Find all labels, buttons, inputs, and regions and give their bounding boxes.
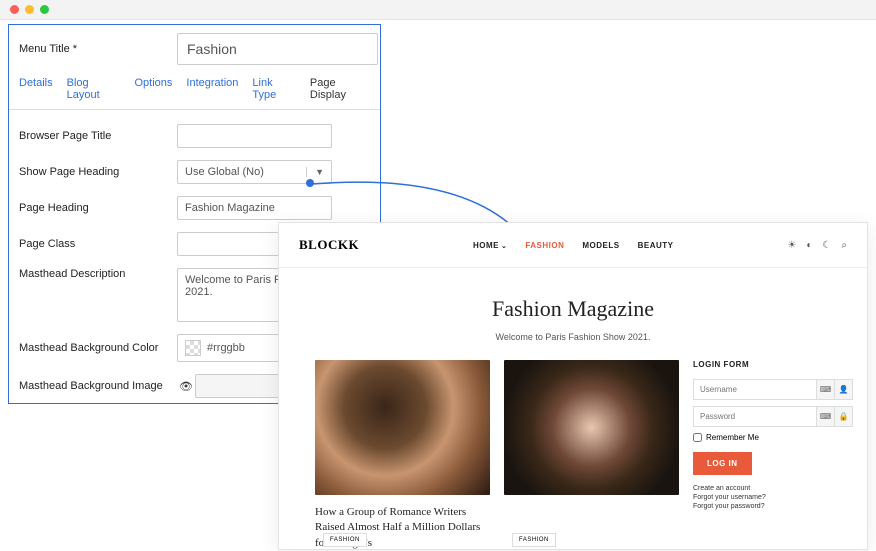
category-tag[interactable]: FASHION <box>512 533 556 547</box>
lock-icon: 🔒 <box>835 406 853 427</box>
browser-page-title-label: Browser Page Title <box>19 130 177 142</box>
window-titlebar <box>0 0 876 20</box>
site-preview: BLOCKK HOME⌄ FASHION MODELS BEAUTY ☀ ◐ ☾… <box>278 222 868 550</box>
page-heading-label: Page Heading <box>19 202 177 214</box>
nav-models[interactable]: MODELS <box>582 241 619 250</box>
tab-integration[interactable]: Integration <box>186 77 238 101</box>
category-tag[interactable]: FASHION <box>323 533 367 547</box>
page-title: Fashion Magazine <box>279 296 867 322</box>
create-account-link[interactable]: Create an account <box>693 485 853 492</box>
login-button[interactable]: LOG IN <box>693 452 752 475</box>
page-subtitle: Welcome to Paris Fashion Show 2021. <box>279 332 867 342</box>
menu-title-input[interactable] <box>177 33 378 65</box>
forgot-password-link[interactable]: Forgot your password? <box>693 503 853 510</box>
show-page-heading-label: Show Page Heading <box>19 166 177 178</box>
article-card[interactable]: FASHION <box>504 360 679 551</box>
moon-icon[interactable]: ☾ <box>822 240 831 251</box>
browser-page-title-input[interactable] <box>177 124 332 148</box>
color-swatch-icon <box>185 340 201 356</box>
masthead-bg-image-label: Masthead Background Image <box>19 380 177 392</box>
close-icon[interactable] <box>10 5 19 14</box>
menu-title-label: Menu Title * <box>19 43 177 55</box>
hero-section: Fashion Magazine Welcome to Paris Fashio… <box>279 268 867 360</box>
masthead-bg-color-label: Masthead Background Color <box>19 342 177 354</box>
username-input[interactable] <box>693 379 817 400</box>
login-sidebar: LOGIN FORM ⌨ 👤 ⌨ 🔒 Remember Me LOG IN Cr… <box>693 360 853 551</box>
keyboard-icon[interactable]: ⌨ <box>817 406 835 427</box>
remember-me-row: Remember Me <box>693 433 853 442</box>
article-image <box>315 360 490 495</box>
tab-details[interactable]: Details <box>19 77 53 101</box>
chevron-down-icon: ▼ <box>306 167 324 177</box>
header-icons: ☀ ◐ ☾ ⌕ <box>787 240 847 251</box>
sun-icon[interactable]: ☀ <box>787 240 796 251</box>
search-icon[interactable]: ⌕ <box>841 240 847 251</box>
chevron-down-icon: ⌄ <box>501 243 507 250</box>
maximize-icon[interactable] <box>40 5 49 14</box>
toggle-icon[interactable]: ◐ <box>806 240 812 251</box>
page-heading-input[interactable] <box>177 196 332 220</box>
preview-header: BLOCKK HOME⌄ FASHION MODELS BEAUTY ☀ ◐ ☾… <box>279 223 867 268</box>
user-icon: 👤 <box>835 379 853 400</box>
color-placeholder: #rrggbb <box>207 342 245 354</box>
article-card[interactable]: FASHION How a Group of Romance Writers R… <box>315 360 490 551</box>
eye-icon[interactable]: 👁 <box>177 380 195 393</box>
nav-home[interactable]: HOME⌄ <box>473 241 507 250</box>
brand-logo[interactable]: BLOCKK <box>299 237 359 253</box>
password-input[interactable] <box>693 406 817 427</box>
login-form-title: LOGIN FORM <box>693 360 853 369</box>
content-area: FASHION How a Group of Romance Writers R… <box>279 360 867 551</box>
settings-tabs: Details Blog Layout Options Integration … <box>9 77 380 110</box>
select-value: Use Global (No) <box>185 166 264 178</box>
tab-page-display[interactable]: Page Display <box>310 77 370 101</box>
forgot-username-link[interactable]: Forgot your username? <box>693 494 853 501</box>
tab-blog-layout[interactable]: Blog Layout <box>67 77 121 101</box>
login-links: Create an account Forgot your username? … <box>693 485 853 510</box>
masthead-desc-label: Masthead Description <box>19 268 177 280</box>
nav-fashion[interactable]: FASHION <box>525 241 564 250</box>
nav-beauty[interactable]: BEAUTY <box>638 241 674 250</box>
page-class-label: Page Class <box>19 238 177 250</box>
connector-dot <box>306 179 314 187</box>
remember-label: Remember Me <box>706 433 759 442</box>
remember-checkbox[interactable] <box>693 433 702 442</box>
keyboard-icon[interactable]: ⌨ <box>817 379 835 400</box>
article-image <box>504 360 679 495</box>
main-nav: HOME⌄ FASHION MODELS BEAUTY <box>473 241 674 250</box>
tab-link-type[interactable]: Link Type <box>252 77 295 101</box>
tab-options[interactable]: Options <box>135 77 173 101</box>
minimize-icon[interactable] <box>25 5 34 14</box>
